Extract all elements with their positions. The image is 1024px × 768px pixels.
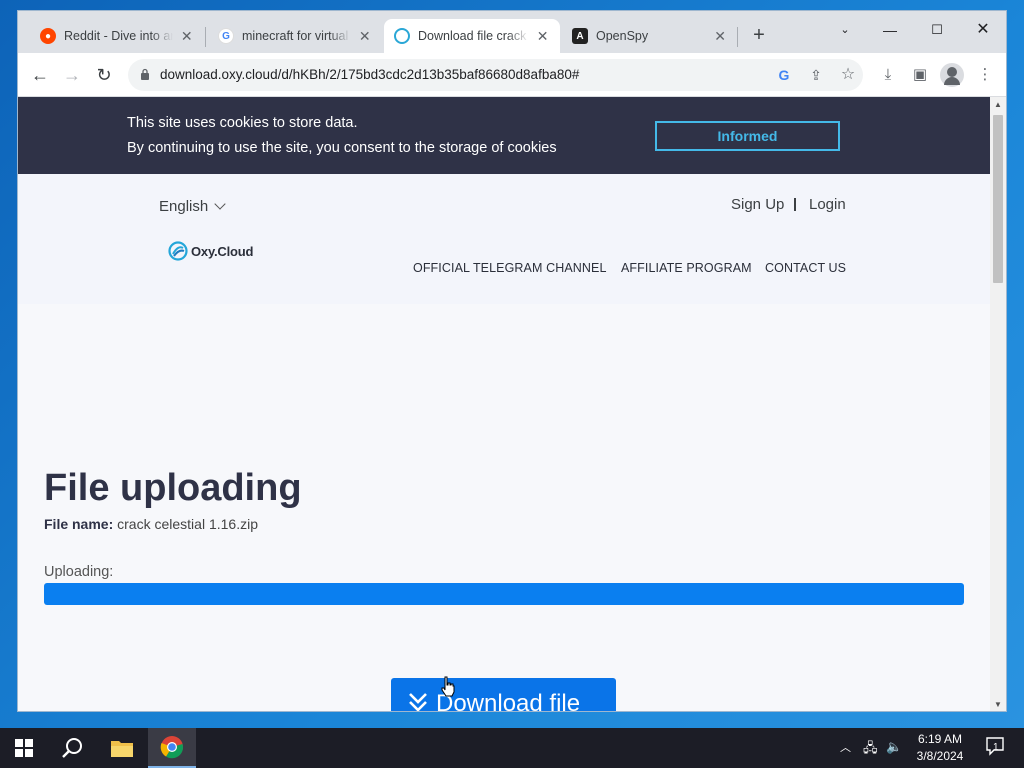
url-text: download.oxy.cloud/d/hKBh/2/175bd3cdc2d1… — [160, 67, 580, 82]
uploading-label: Uploading: — [44, 564, 114, 580]
windows-taskbar: ︿ 🖧 🔈 6:19 AM 3/8/2024 1 — [0, 728, 1024, 768]
google-translate-icon[interactable]: G — [775, 66, 793, 84]
browser-window: ● Reddit - Dive into anything ✕ G minecr… — [17, 10, 1007, 712]
tab-title: minecraft for virtual box — [242, 29, 351, 43]
taskbar-chrome[interactable] — [148, 728, 196, 768]
chevron-down-icon — [214, 198, 226, 210]
start-button[interactable] — [0, 728, 48, 768]
notification-count: 1 — [993, 742, 999, 753]
search-icon — [62, 738, 82, 758]
close-icon[interactable]: ✕ — [179, 28, 194, 44]
upload-progress-fill — [44, 583, 964, 605]
oxycloud-logo-icon — [168, 241, 188, 261]
taskbar-search-button[interactable] — [48, 728, 96, 768]
address-bar[interactable]: download.oxy.cloud/d/hKBh/2/175bd3cdc2d1… — [128, 59, 863, 91]
tab-download-file[interactable]: Download file crack celestial ✕ — [384, 19, 560, 53]
download-file-button[interactable]: Download file — [391, 678, 616, 712]
volume-muted-icon[interactable]: 🔈 — [886, 739, 902, 755]
cookie-banner: This site uses cookies to store data. By… — [18, 97, 990, 174]
tab-strip: ● Reddit - Dive into anything ✕ G minecr… — [18, 11, 1006, 53]
scroll-down-icon[interactable]: ▼ — [993, 700, 1003, 709]
download-icon[interactable]: ⤓ — [878, 65, 898, 85]
system-clock[interactable]: 6:19 AM 3/8/2024 — [905, 731, 975, 765]
notification-center-icon[interactable]: 1 — [985, 736, 1005, 759]
page-scrollbar[interactable]: ▲ ▼ — [990, 97, 1006, 711]
nav-contact-link[interactable]: CONTACT US — [765, 261, 846, 275]
upload-progress-bar — [44, 583, 964, 605]
lock-icon — [141, 68, 149, 80]
close-icon[interactable]: ✕ — [714, 28, 726, 44]
tab-reddit[interactable]: ● Reddit - Dive into anything ✕ — [30, 19, 204, 53]
language-selector[interactable]: English — [159, 198, 226, 215]
login-link[interactable]: Login — [809, 196, 846, 213]
new-tab-icon[interactable]: + — [748, 25, 770, 47]
reddit-icon: ● — [40, 28, 56, 44]
page-viewport: This site uses cookies to store data. By… — [18, 97, 990, 712]
cookie-text-line1: This site uses cookies to store data. — [127, 115, 358, 131]
window-close-icon[interactable]: ✕ — [969, 17, 997, 43]
tray-chevron-up-icon[interactable]: ︿ — [840, 739, 851, 755]
tab-title: Reddit - Dive into anything — [64, 29, 173, 43]
network-icon[interactable]: 🖧 — [863, 739, 878, 761]
minimize-icon[interactable]: — — [876, 17, 904, 43]
nav-telegram-link[interactable]: OFFICIAL TELEGRAM CHANNEL — [413, 261, 607, 275]
file-name-row: File name: crack celestial 1.16.zip — [44, 516, 258, 532]
clock-date: 3/8/2024 — [916, 749, 964, 763]
tab-title: OpenSpy — [596, 29, 649, 43]
maximize-icon[interactable]: ☐ — [923, 17, 951, 43]
profile-avatar-icon[interactable] — [940, 63, 964, 87]
scrollbar-thumb[interactable] — [993, 115, 1003, 283]
logo-text: Oxy.Cloud — [191, 243, 254, 259]
site-header: English Sign Up Login Oxy.Cloud OFFICIAL… — [18, 174, 990, 304]
share-icon[interactable]: ⇪ — [807, 66, 825, 84]
close-icon[interactable]: ✕ — [357, 28, 372, 44]
sign-up-link[interactable]: Sign Up — [731, 196, 784, 213]
site-logo[interactable]: Oxy.Cloud — [168, 241, 253, 261]
tab-separator — [737, 27, 738, 47]
close-icon[interactable]: ✕ — [535, 28, 550, 44]
forward-icon[interactable]: → — [60, 63, 84, 87]
menu-kebab-icon[interactable]: ⋮ — [975, 65, 995, 85]
reload-icon[interactable]: ↻ — [92, 63, 116, 87]
nav-affiliate-link[interactable]: AFFILIATE PROGRAM — [621, 261, 752, 275]
chrome-icon — [160, 736, 184, 759]
oxycloud-icon — [394, 28, 410, 44]
file-name-value: crack celestial 1.16.zip — [117, 516, 258, 532]
windows-logo-icon — [15, 739, 33, 757]
back-icon[interactable]: ← — [28, 63, 52, 87]
scroll-up-icon[interactable]: ▲ — [993, 100, 1003, 109]
tab-title: Download file crack celestial — [418, 29, 529, 43]
download-file-label: Download file — [436, 690, 581, 712]
bookmark-star-icon[interactable]: ☆ — [839, 66, 857, 84]
tab-openspy[interactable]: A OpenSpy ✕ — [562, 19, 736, 53]
cookie-accept-button[interactable]: Informed — [655, 121, 840, 151]
cookie-text-line2: By continuing to use the site, you conse… — [127, 140, 557, 156]
hand-cursor-icon — [441, 676, 455, 697]
angular-icon: A — [572, 28, 588, 44]
language-label: English — [159, 198, 209, 215]
tab-separator — [205, 27, 206, 47]
tab-search-icon[interactable]: ⌄ — [831, 17, 859, 43]
auth-divider — [794, 198, 796, 211]
tab-google-search[interactable]: G minecraft for virtual box ✕ — [208, 19, 382, 53]
side-panel-icon[interactable]: ▣ — [910, 65, 930, 85]
browser-toolbar: ← → ↻ download.oxy.cloud/d/hKBh/2/175bd3… — [18, 53, 1006, 97]
page-title: File uploading — [44, 467, 302, 509]
clock-time: 6:19 AM — [917, 732, 963, 746]
taskbar-file-explorer[interactable] — [98, 728, 146, 768]
folder-icon — [111, 741, 133, 757]
file-name-label: File name: — [44, 516, 114, 532]
google-icon: G — [218, 28, 234, 44]
double-chevron-down-icon — [409, 693, 427, 711]
